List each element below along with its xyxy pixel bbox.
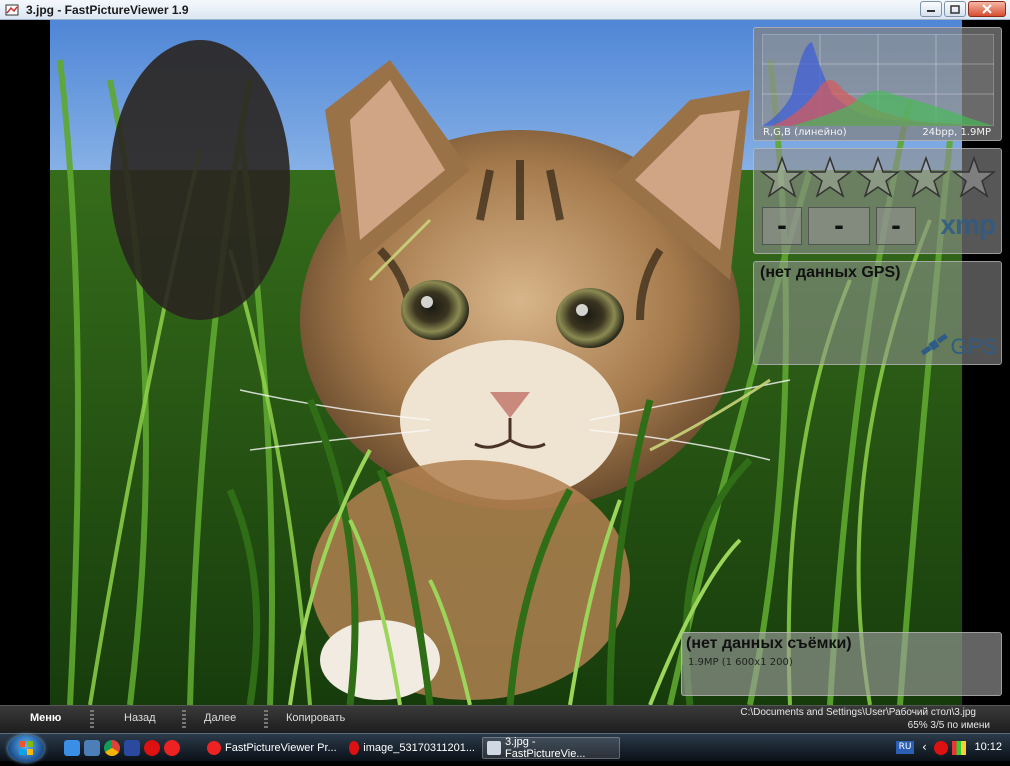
chevron-left-icon[interactable]: ‹ bbox=[922, 740, 927, 754]
toolbar-separator bbox=[90, 710, 94, 728]
histogram-channel-label: R,G,B (линейно) bbox=[763, 127, 847, 138]
xmp-field-2[interactable]: - bbox=[808, 207, 870, 245]
taskbar-item-label: FastPictureViewer Pr... bbox=[225, 742, 337, 754]
minimize-icon bbox=[927, 10, 935, 12]
chrome-icon[interactable] bbox=[104, 740, 120, 756]
opera-icon[interactable] bbox=[144, 740, 160, 756]
star-rating[interactable] bbox=[760, 155, 996, 199]
star-icon[interactable] bbox=[856, 155, 900, 199]
shooting-info-panel: (нет данных съёмки) 1.9MP (1 600x1 200) bbox=[681, 632, 1002, 696]
histogram-panel: R,G,B (линейно) 24bpp, 1.9MP bbox=[753, 27, 1002, 141]
yandex-icon bbox=[207, 741, 221, 755]
clock[interactable]: 10:12 bbox=[974, 741, 1002, 753]
star-icon[interactable] bbox=[808, 155, 852, 199]
gps-panel: (нет данных GPS) GPS bbox=[753, 261, 1002, 365]
taskbar-item-label: image_53170311201... bbox=[363, 742, 475, 754]
gps-logo: GPS bbox=[919, 330, 997, 360]
ie-icon[interactable] bbox=[64, 740, 80, 756]
windows-start-icon bbox=[19, 741, 33, 755]
xmp-field-1[interactable]: - bbox=[762, 207, 802, 245]
star-icon[interactable] bbox=[760, 155, 804, 199]
taskbar: FastPictureViewer Pr... image_5317031120… bbox=[0, 733, 1010, 762]
fastpictureviewer-icon bbox=[487, 741, 501, 755]
taskbar-item-fastpictureviewer-promo[interactable]: FastPictureViewer Pr... bbox=[203, 737, 341, 759]
save-icon[interactable] bbox=[124, 740, 140, 756]
minimize-button[interactable] bbox=[920, 1, 942, 17]
satellite-icon bbox=[920, 333, 948, 356]
next-button[interactable]: Далее bbox=[204, 712, 236, 724]
xmp-field-3[interactable]: - bbox=[876, 207, 916, 245]
star-icon[interactable] bbox=[952, 155, 996, 199]
xmp-logo: xmp bbox=[940, 209, 996, 240]
taskbar-item-current-window[interactable]: 3.jpg - FastPictureVie... bbox=[482, 736, 620, 760]
taskbar-item-image[interactable]: image_53170311201... bbox=[345, 737, 475, 759]
yandex-icon[interactable] bbox=[164, 740, 180, 756]
start-button[interactable] bbox=[8, 735, 44, 762]
histogram-info-label: 24bpp, 1.9MP bbox=[922, 127, 991, 138]
window-title: 3.jpg - FastPictureViewer 1.9 bbox=[26, 3, 189, 17]
shooting-message: (нет данных съёмки) bbox=[686, 635, 852, 652]
title-bar: 3.jpg - FastPictureViewer 1.9 bbox=[0, 0, 1010, 20]
gps-message: (нет данных GPS) bbox=[760, 264, 901, 281]
gps-logo-label: GPS bbox=[950, 334, 997, 359]
app-tray-icon[interactable] bbox=[952, 741, 966, 755]
copy-button[interactable]: Копировать bbox=[286, 712, 345, 724]
system-tray: RU ‹ 10:12 bbox=[896, 734, 1010, 762]
file-path: C:\Documents and Settings\User\Рабочий с… bbox=[740, 707, 976, 718]
opera-icon bbox=[349, 741, 360, 755]
star-icon[interactable] bbox=[904, 155, 948, 199]
back-button[interactable]: Назад bbox=[124, 712, 156, 724]
image-size-info: 1.9MP (1 600x1 200) bbox=[688, 657, 793, 668]
toolbar-separator bbox=[264, 710, 268, 728]
zoom-position-info: 65% 3/5 по имени bbox=[907, 720, 990, 731]
rating-panel: - - - xmp bbox=[753, 148, 1002, 254]
toolbar-separator bbox=[182, 710, 186, 728]
image-viewer[interactable]: R,G,B (линейно) 24bpp, 1.9MP - - - xmp (… bbox=[0, 20, 1010, 705]
opera-tray-icon[interactable] bbox=[934, 741, 948, 755]
close-icon bbox=[982, 4, 992, 14]
histogram-graph bbox=[762, 34, 994, 126]
maximize-icon bbox=[950, 4, 960, 14]
language-indicator[interactable]: RU bbox=[896, 741, 914, 754]
desktop-icon[interactable] bbox=[84, 740, 100, 756]
fastpictureviewer-icon bbox=[5, 4, 19, 16]
menu-button[interactable]: Меню bbox=[30, 712, 61, 724]
taskbar-item-label: 3.jpg - FastPictureVie... bbox=[504, 736, 586, 760]
close-button[interactable] bbox=[968, 1, 1006, 17]
maximize-button[interactable] bbox=[944, 1, 966, 17]
viewer-toolbar: Меню Назад Далее Копировать C:\Documents… bbox=[0, 705, 1010, 733]
